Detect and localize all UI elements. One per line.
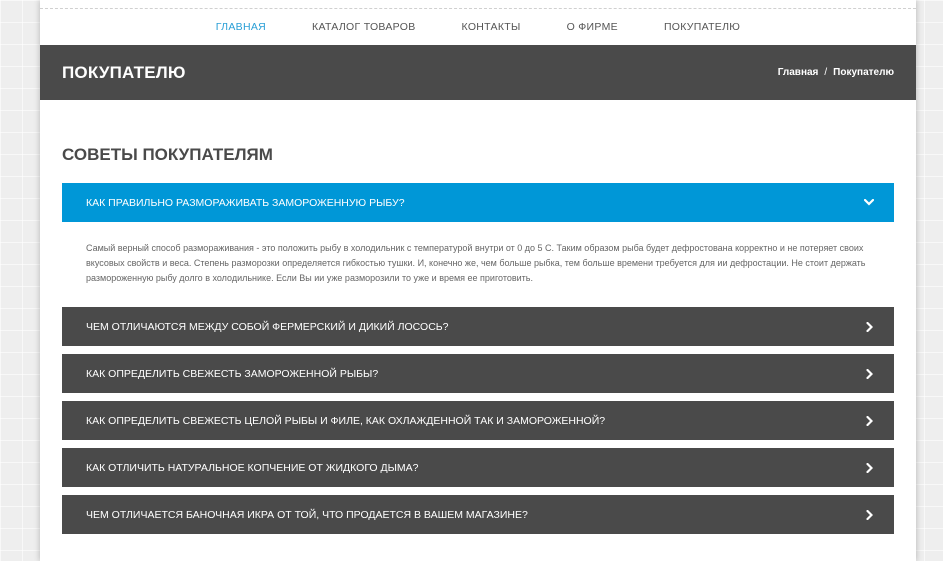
faq-question: ЧЕМ ОТЛИЧАЮТСЯ МЕЖДУ СОБОЙ ФЕРМЕРСКИЙ И …: [86, 320, 449, 333]
faq-item-thawing-header[interactable]: КАК ПРАВИЛЬНО РАЗМОРАЖИВАТЬ ЗАМОРОЖЕННУЮ…: [62, 183, 894, 222]
main-content: СОВЕТЫ ПОКУПАТЕЛЯМ КАК ПРАВИЛЬНО РАЗМОРА…: [40, 145, 916, 534]
page-title-bar: ПОКУПАТЕЛЮ Главная / Покупателю: [40, 45, 916, 100]
nav-item-about[interactable]: О ФИРМЕ: [567, 13, 618, 33]
faq-item-whole-fillet-header[interactable]: КАК ОПРЕДЕЛИТЬ СВЕЖЕСТЬ ЦЕЛОЙ РЫБЫ И ФИЛ…: [62, 401, 894, 440]
chevron-right-icon: [864, 462, 874, 473]
chevron-right-icon: [864, 321, 874, 332]
section-heading: СОВЕТЫ ПОКУПАТЕЛЯМ: [62, 145, 273, 164]
dashed-divider: [40, 8, 916, 9]
page-container: ГЛАВНАЯ КАТАЛОГ ТОВАРОВ КОНТАКТЫ О ФИРМЕ…: [40, 0, 916, 561]
nav-item-catalog[interactable]: КАТАЛОГ ТОВАРОВ: [312, 13, 415, 33]
page-title: ПОКУПАТЕЛЮ: [62, 62, 186, 82]
faq-question: ЧЕМ ОТЛИЧАЕТСЯ БАНОЧНАЯ ИКРА ОТ ТОЙ, ЧТО…: [86, 508, 528, 521]
breadcrumb-home-link[interactable]: Главная: [778, 67, 819, 78]
chevron-right-icon: [864, 368, 874, 379]
faq-question: КАК ПРАВИЛЬНО РАЗМОРАЖИВАТЬ ЗАМОРОЖЕННУЮ…: [86, 196, 405, 209]
nav-item-customer[interactable]: ПОКУПАТЕЛЮ: [664, 13, 740, 33]
chevron-right-icon: [864, 509, 874, 520]
breadcrumb-separator: /: [824, 67, 828, 78]
faq-item-smoking-header[interactable]: КАК ОТЛИЧИТЬ НАТУРАЛЬНОЕ КОПЧЕНИЕ ОТ ЖИД…: [62, 448, 894, 487]
faq-question: КАК ОТЛИЧИТЬ НАТУРАЛЬНОЕ КОПЧЕНИЕ ОТ ЖИД…: [86, 461, 419, 474]
breadcrumb: Главная / Покупателю: [778, 67, 894, 78]
faq-item-frozen-freshness-header[interactable]: КАК ОПРЕДЕЛИТЬ СВЕЖЕСТЬ ЗАМОРОЖЕННОЙ РЫБ…: [62, 354, 894, 393]
faq-item-caviar-header[interactable]: ЧЕМ ОТЛИЧАЕТСЯ БАНОЧНАЯ ИКРА ОТ ТОЙ, ЧТО…: [62, 495, 894, 534]
nav-item-home[interactable]: ГЛАВНАЯ: [216, 13, 266, 33]
breadcrumb-current: Покупателю: [833, 67, 894, 78]
chevron-right-icon: [864, 415, 874, 426]
faq-item-salmon-header[interactable]: ЧЕМ ОТЛИЧАЮТСЯ МЕЖДУ СОБОЙ ФЕРМЕРСКИЙ И …: [62, 307, 894, 346]
top-navigation: ГЛАВНАЯ КАТАЛОГ ТОВАРОВ КОНТАКТЫ О ФИРМЕ…: [40, 0, 916, 45]
faq-answer: Самый верный способ размораживания - это…: [86, 243, 866, 283]
faq-question: КАК ОПРЕДЕЛИТЬ СВЕЖЕСТЬ ЗАМОРОЖЕННОЙ РЫБ…: [86, 367, 379, 380]
faq-question: КАК ОПРЕДЕЛИТЬ СВЕЖЕСТЬ ЦЕЛОЙ РЫБЫ И ФИЛ…: [86, 414, 606, 427]
chevron-down-icon: [864, 198, 874, 208]
nav-item-contacts[interactable]: КОНТАКТЫ: [462, 13, 521, 33]
